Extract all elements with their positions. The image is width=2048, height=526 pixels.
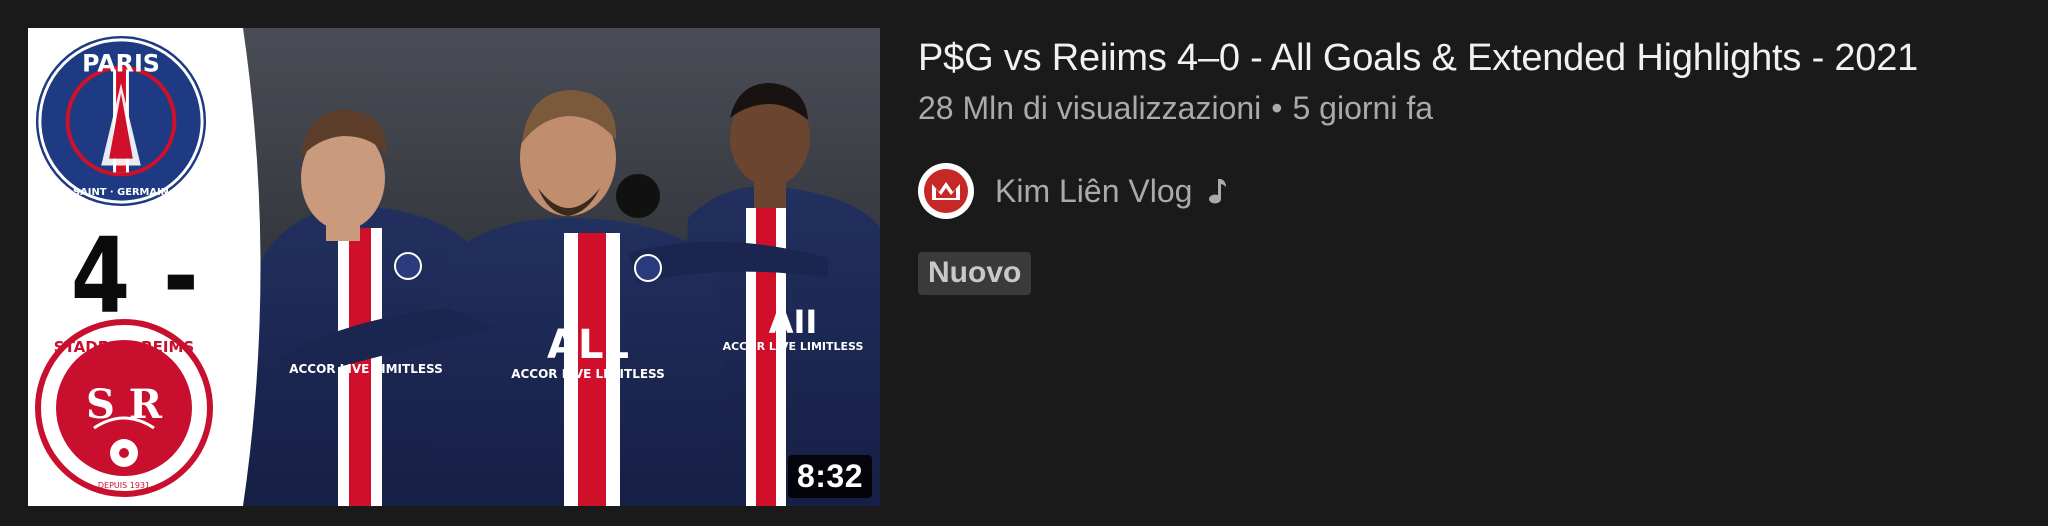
score-panel-edge xyxy=(228,28,261,506)
svg-text:ALL: ALL xyxy=(547,322,629,368)
new-badge: Nuovo xyxy=(918,252,1032,295)
separator-dot: • xyxy=(1271,90,1283,126)
video-thumbnail[interactable]: ALL ACCOR LIVE LIMITLESS ACCOR LIVE LIMI… xyxy=(28,28,880,506)
channel-logo-icon xyxy=(924,169,968,213)
svg-text:SAINT · GERMAIN: SAINT · GERMAIN xyxy=(73,187,169,198)
svg-text:S R: S R xyxy=(86,381,163,428)
channel-link[interactable]: Kim Liên Vlog xyxy=(918,162,2028,220)
svg-text:ACCOR LIVE LIMITLESS: ACCOR LIVE LIMITLESS xyxy=(723,340,864,353)
video-stats: 28 Mln di visualizzazioni • 5 giorni fa xyxy=(918,88,2028,128)
svg-text:AII: AII xyxy=(769,303,818,341)
video-result: ALL ACCOR LIVE LIMITLESS ACCOR LIVE LIMI… xyxy=(0,0,2048,526)
svg-text:DEPUIS 1931: DEPUIS 1931 xyxy=(98,481,150,490)
reims-crest-icon: STADE DE REIMS S R DEPUIS 1931 xyxy=(35,319,213,497)
svg-text:STADE DE REIMS: STADE DE REIMS xyxy=(54,338,194,356)
svg-text:ACCOR LIVE LIMITLESS: ACCOR LIVE LIMITLESS xyxy=(511,367,665,381)
upload-age: 5 giorni fa xyxy=(1292,90,1433,126)
svg-text:PARIS: PARIS xyxy=(82,50,160,78)
view-count: 28 Mln di visualizzazioni xyxy=(918,90,1262,126)
channel-name[interactable]: Kim Liên Vlog xyxy=(995,171,1192,211)
music-note-icon xyxy=(1209,179,1227,204)
channel-avatar[interactable] xyxy=(918,163,974,219)
psg-crest-icon: PARIS SAINT · GERMAIN xyxy=(35,35,207,207)
video-title[interactable]: P$G vs Reiims 4–0 - All Goals & Extended… xyxy=(918,34,2028,82)
video-metadata: P$G vs Reiims 4–0 - All Goals & Extended… xyxy=(918,34,2028,295)
video-duration: 8:32 xyxy=(787,455,872,498)
svg-text:ACCOR LIVE LIMITLESS: ACCOR LIVE LIMITLESS xyxy=(289,362,443,376)
